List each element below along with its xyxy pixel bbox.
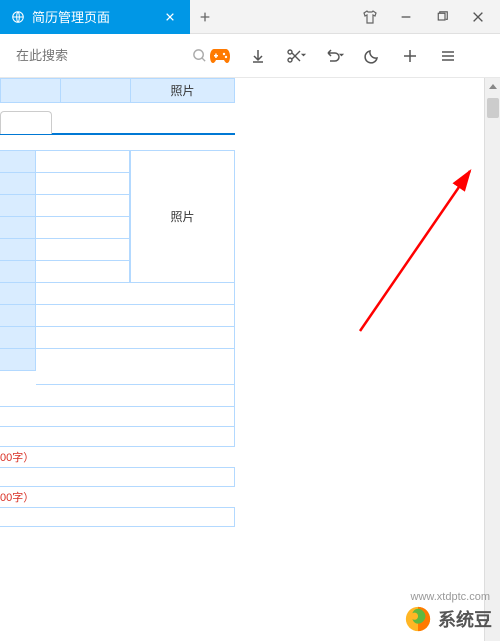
table-header (1, 79, 61, 103)
watermark-url: www.xtdptc.com (411, 591, 490, 603)
plus-icon[interactable] (394, 40, 426, 72)
watermark-text: 系统豆 (438, 606, 492, 632)
search-input[interactable] (16, 48, 192, 63)
minimize-button[interactable] (394, 5, 418, 29)
photo-placeholder[interactable]: 照片 (130, 151, 235, 283)
photo-header: 照片 (131, 79, 235, 103)
toolbar (0, 34, 500, 78)
window-controls (358, 5, 500, 29)
undo-icon[interactable] (318, 40, 350, 72)
scissors-icon[interactable] (280, 40, 312, 72)
new-tab-button[interactable] (190, 0, 220, 34)
shirt-icon[interactable] (358, 5, 382, 29)
watermark-logo-icon (404, 605, 432, 633)
moon-icon[interactable] (356, 40, 388, 72)
tab-close-button[interactable] (160, 7, 180, 27)
vertical-scrollbar[interactable] (484, 78, 500, 641)
menu-icon[interactable] (432, 40, 464, 72)
hint-text-1: 00字） (0, 447, 235, 467)
annotation-arrow (350, 166, 490, 346)
search-box (8, 41, 198, 71)
maximize-button[interactable] (430, 5, 454, 29)
browser-tab[interactable]: 简历管理页面 (0, 0, 190, 34)
watermark: 系统豆 (404, 605, 492, 633)
download-icon[interactable] (242, 40, 274, 72)
header-table: 照片 (0, 78, 235, 103)
tab-selector[interactable] (0, 111, 235, 135)
form-area: 照片 00字） 00字） (0, 150, 235, 527)
scrollbar-thumb[interactable] (487, 98, 499, 118)
hint-text-2: 00字） (0, 487, 235, 507)
tab-title: 简历管理页面 (32, 7, 160, 26)
title-bar: 简历管理页面 (0, 0, 500, 34)
close-button[interactable] (466, 5, 490, 29)
page-content: 照片 照片 0 (0, 78, 235, 641)
table-header (61, 79, 131, 103)
content-area: 照片 照片 0 (0, 78, 500, 641)
scroll-up-button[interactable] (485, 78, 500, 96)
globe-icon (10, 9, 26, 25)
gamepad-icon[interactable] (204, 40, 236, 72)
